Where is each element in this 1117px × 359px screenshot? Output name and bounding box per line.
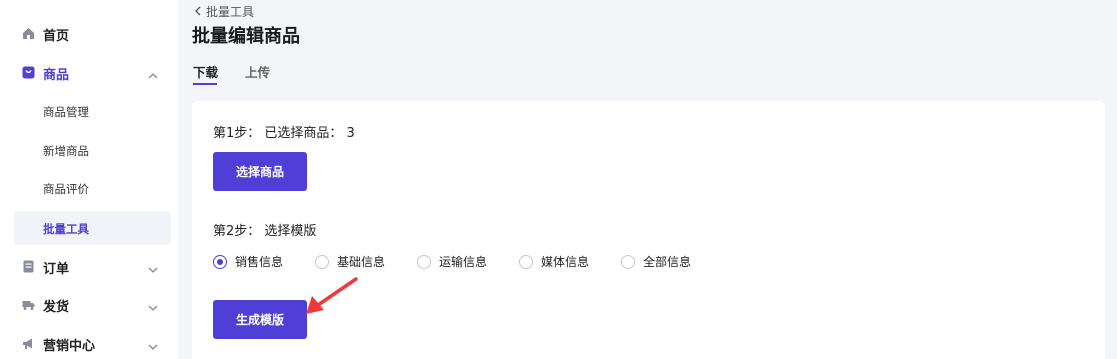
order-icon — [22, 260, 35, 273]
chevron-up-icon — [147, 67, 159, 79]
radio-sales-info[interactable]: 销售信息 — [213, 253, 283, 270]
step2-label: 第2步： 选择模版 — [213, 224, 317, 239]
radio-all-info[interactable]: 全部信息 — [621, 253, 691, 270]
megaphone-icon — [22, 337, 35, 350]
radio-label: 全部信息 — [643, 255, 692, 269]
page-title: 批量编辑商品 — [192, 26, 300, 47]
sidebar-subitem-product-management[interactable]: 商品管理 — [14, 94, 171, 128]
sidebar-item-label: 首页 — [43, 29, 70, 44]
annotation-arrow-icon — [306, 277, 358, 314]
sidebar-item-orders[interactable]: 订单 — [0, 249, 178, 283]
sidebar-item-home[interactable]: 首页 — [0, 16, 178, 50]
radio-button[interactable] — [621, 254, 635, 269]
sidebar-item-label: 订单 — [43, 262, 70, 277]
sidebar-item-products[interactable]: 商品 — [0, 55, 178, 89]
radio-button[interactable] — [315, 254, 329, 269]
home-icon — [22, 27, 35, 40]
sidebar-item-label: 营销中心 — [43, 339, 96, 354]
sidebar-item-label: 发货 — [43, 300, 70, 315]
active-tab-indicator — [193, 83, 217, 85]
sidebar-item-shipping[interactable]: 发货 — [0, 287, 178, 321]
sidebar-item-label: 商品 — [43, 68, 70, 83]
sidebar-item-marketing[interactable]: 营销中心 — [0, 326, 178, 359]
sidebar-subitem-label: 批量工具 — [43, 222, 89, 236]
sidebar-subitem-product-reviews[interactable]: 商品评价 — [14, 171, 171, 205]
sidebar: 首页 商品 商品管理 新增商品 商品评价 批量工具 订单 发货 营销中心 — [0, 0, 178, 359]
chevron-down-icon — [147, 338, 159, 350]
sidebar-subitem-batch-tools[interactable]: 批量工具 — [14, 211, 171, 245]
step1-label: 第1步： 已选择商品： 3 — [213, 126, 355, 141]
radio-basic-info[interactable]: 基础信息 — [315, 253, 385, 270]
sidebar-subitem-label: 商品管理 — [43, 105, 89, 119]
chevron-down-icon — [147, 299, 159, 311]
truck-icon — [22, 298, 35, 311]
sidebar-subitem-label: 新增商品 — [43, 144, 89, 158]
radio-button[interactable] — [213, 254, 227, 269]
tab-upload[interactable]: 上传 — [245, 62, 270, 81]
chevron-left-icon — [194, 5, 202, 19]
radio-button[interactable] — [417, 254, 431, 269]
radio-label: 销售信息 — [235, 255, 284, 269]
generate-template-button[interactable]: 生成模版 — [213, 300, 307, 339]
sidebar-subitem-add-product[interactable]: 新增商品 — [14, 133, 171, 167]
select-products-button[interactable]: 选择商品 — [213, 152, 307, 191]
tab-download[interactable]: 下载 — [193, 62, 218, 81]
sidebar-subitem-label: 商品评价 — [43, 182, 89, 196]
radio-shipping-info[interactable]: 运输信息 — [417, 253, 487, 270]
back-link-label: 批量工具 — [206, 5, 255, 19]
radio-label: 媒体信息 — [541, 255, 590, 269]
radio-button[interactable] — [519, 254, 533, 269]
radio-label: 基础信息 — [337, 255, 386, 269]
radio-media-info[interactable]: 媒体信息 — [519, 253, 589, 270]
bag-icon — [22, 66, 35, 79]
back-link[interactable]: 批量工具 — [194, 3, 254, 20]
radio-label: 运输信息 — [439, 255, 488, 269]
chevron-down-icon — [147, 261, 159, 273]
